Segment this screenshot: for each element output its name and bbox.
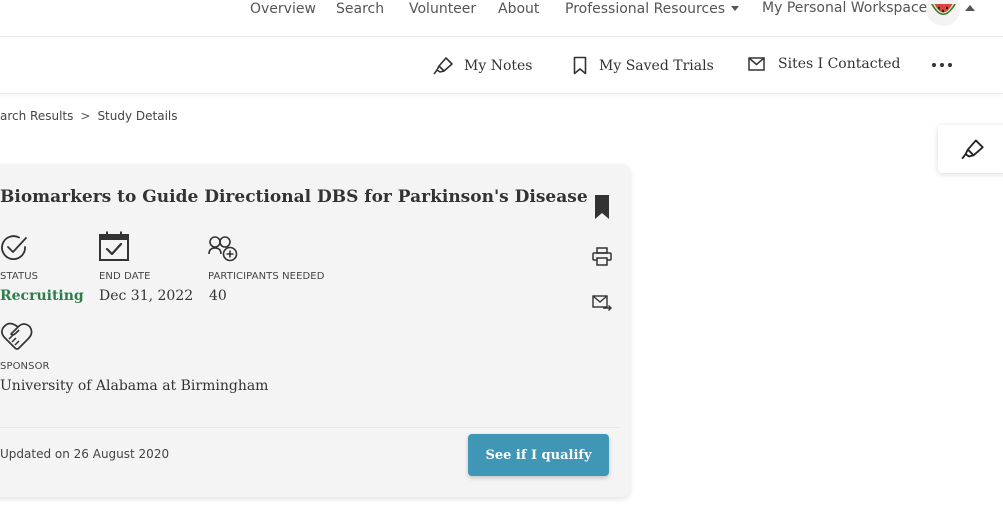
- participants-label: PARTICIPANTS NEEDED: [208, 271, 325, 282]
- nav-search[interactable]: Search: [336, 0, 384, 18]
- bookmark-outline-icon: [573, 56, 587, 75]
- bookmark-icon[interactable]: [594, 195, 610, 219]
- more-horizontal-icon[interactable]: [932, 63, 952, 67]
- end-date-label: END DATE: [99, 271, 151, 282]
- study-title: Biomarkers to Guide Directional DBS for …: [0, 187, 588, 207]
- see-if-i-qualify-button[interactable]: See if I qualify: [468, 434, 609, 476]
- calendar-icon: [99, 231, 129, 261]
- sites-contacted-link[interactable]: Sites I Contacted: [748, 56, 900, 72]
- nav-workspace[interactable]: My Personal Workspace: [762, 0, 927, 17]
- add-participants-icon: [208, 236, 238, 262]
- highlighter-icon: [433, 57, 453, 75]
- my-saved-trials-label: My Saved Trials: [599, 57, 714, 74]
- participants-value: 40: [209, 288, 227, 304]
- email-forward-icon[interactable]: [592, 295, 612, 311]
- study-card: Biomarkers to Guide Directional DBS for …: [0, 164, 630, 497]
- updated-date: Updated on 26 August 2020: [0, 447, 170, 461]
- sponsor-label: SPONSOR: [0, 361, 50, 372]
- nav-professional-resources[interactable]: Professional Resources: [565, 0, 740, 18]
- chevron-down-icon: [731, 6, 740, 11]
- status-value: Recruiting: [0, 288, 84, 304]
- sites-contacted-label: Sites I Contacted: [778, 56, 901, 72]
- my-notes-link[interactable]: My Notes: [433, 56, 532, 75]
- avatar[interactable]: [926, 0, 960, 26]
- chevron-up-icon[interactable]: [965, 5, 975, 11]
- handshake-icon: [1, 322, 33, 350]
- nav-professional-resources-label: Professional Resources: [565, 1, 726, 17]
- workspace-toolbar: My Notes My Saved Trials Sites I Contact…: [0, 37, 1003, 94]
- end-date-value: Dec 31, 2022: [99, 288, 194, 304]
- floating-notes-button[interactable]: [938, 125, 1003, 173]
- my-notes-label: My Notes: [464, 57, 533, 74]
- my-saved-trials-link[interactable]: My Saved Trials: [572, 56, 714, 75]
- envelope-icon: [748, 56, 765, 71]
- top-navigation: Overview Search Volunteer About Professi…: [0, 0, 1003, 37]
- nav-overview[interactable]: Overview: [250, 0, 316, 18]
- chevron-right-icon: >: [80, 109, 91, 123]
- card-divider: [0, 427, 620, 428]
- check-circle-icon: [1, 235, 27, 260]
- nav-volunteer[interactable]: Volunteer: [409, 0, 476, 18]
- breadcrumb-search-results[interactable]: arch Results: [0, 109, 73, 123]
- highlighter-icon: [961, 139, 984, 160]
- print-icon[interactable]: [592, 247, 612, 266]
- watermelon-avatar-icon: [931, 4, 956, 15]
- breadcrumb: arch Results > Study Details: [0, 109, 178, 123]
- sponsor-value: University of Alabama at Birmingham: [0, 378, 269, 394]
- status-label: STATUS: [0, 271, 39, 282]
- nav-about[interactable]: About: [498, 0, 539, 18]
- breadcrumb-study-details: Study Details: [97, 109, 178, 123]
